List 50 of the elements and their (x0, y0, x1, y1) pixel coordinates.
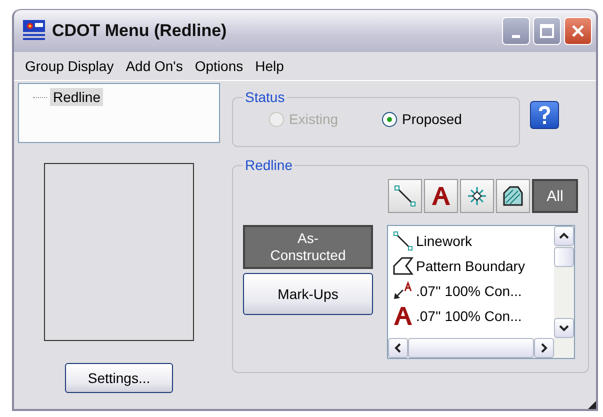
chevron-up-icon (559, 232, 569, 240)
maximize-button[interactable] (533, 17, 561, 45)
scroll-right-button[interactable] (534, 338, 554, 358)
help-icon[interactable] (530, 101, 559, 129)
list-item[interactable]: .07'' 100% Con... (416, 308, 522, 324)
list-item[interactable]: Pattern Boundary (416, 258, 525, 274)
menu-item[interactable]: Help (252, 56, 289, 76)
hatched-shape-icon (502, 185, 524, 207)
line-icon (392, 230, 414, 250)
resize-grip-icon[interactable] (588, 401, 596, 409)
chevron-down-icon (559, 324, 569, 332)
chevron-right-icon (540, 343, 548, 353)
menu-item[interactable]: Add On's (122, 56, 188, 76)
app-logo-icon (22, 19, 46, 43)
scroll-up-button[interactable] (554, 226, 574, 246)
minimize-button[interactable] (502, 17, 530, 45)
settings-button[interactable]: Settings... (65, 363, 173, 393)
group-title: Redline (244, 157, 294, 173)
filter-button[interactable]: All (532, 179, 578, 213)
vertical-scrollbar[interactable] (554, 226, 574, 338)
mode-button[interactable]: As- Constructed (243, 225, 373, 269)
star-icon (467, 186, 487, 206)
boundary-shape-icon (392, 256, 414, 276)
scroll-thumb[interactable] (554, 247, 574, 267)
letter-a-icon (392, 304, 414, 326)
horizontal-scrollbar[interactable] (388, 338, 574, 358)
list-item[interactable]: Linework (416, 232, 472, 248)
radio-button[interactable] (382, 112, 398, 126)
chevron-left-icon (394, 343, 402, 353)
close-icon (571, 24, 585, 38)
menu-item[interactable]: Group Display (22, 56, 119, 76)
scroll-down-button[interactable] (554, 318, 574, 338)
letter-a-icon (430, 185, 452, 207)
scroll-thumb[interactable] (408, 338, 534, 358)
minimize-icon (512, 34, 520, 38)
group-title: Status (244, 89, 286, 105)
scroll-left-button[interactable] (388, 338, 408, 358)
mode-button[interactable]: Mark-Ups (243, 273, 373, 315)
maximize-icon (540, 24, 554, 38)
tree-item[interactable]: Redline (50, 88, 104, 106)
window-title: CDOT Menu (Redline) (52, 21, 228, 41)
line-icon (394, 185, 416, 207)
filter-icon-button[interactable] (424, 179, 458, 213)
radio-label: Existing (289, 111, 338, 127)
radio-label: Proposed (402, 111, 462, 127)
filter-icon-button[interactable] (496, 179, 530, 213)
close-button[interactable] (564, 17, 592, 45)
menu-item[interactable]: Options (192, 56, 248, 76)
leader-arrow-icon (392, 280, 414, 300)
list-item[interactable]: .07'' 100% Con... (416, 282, 522, 298)
